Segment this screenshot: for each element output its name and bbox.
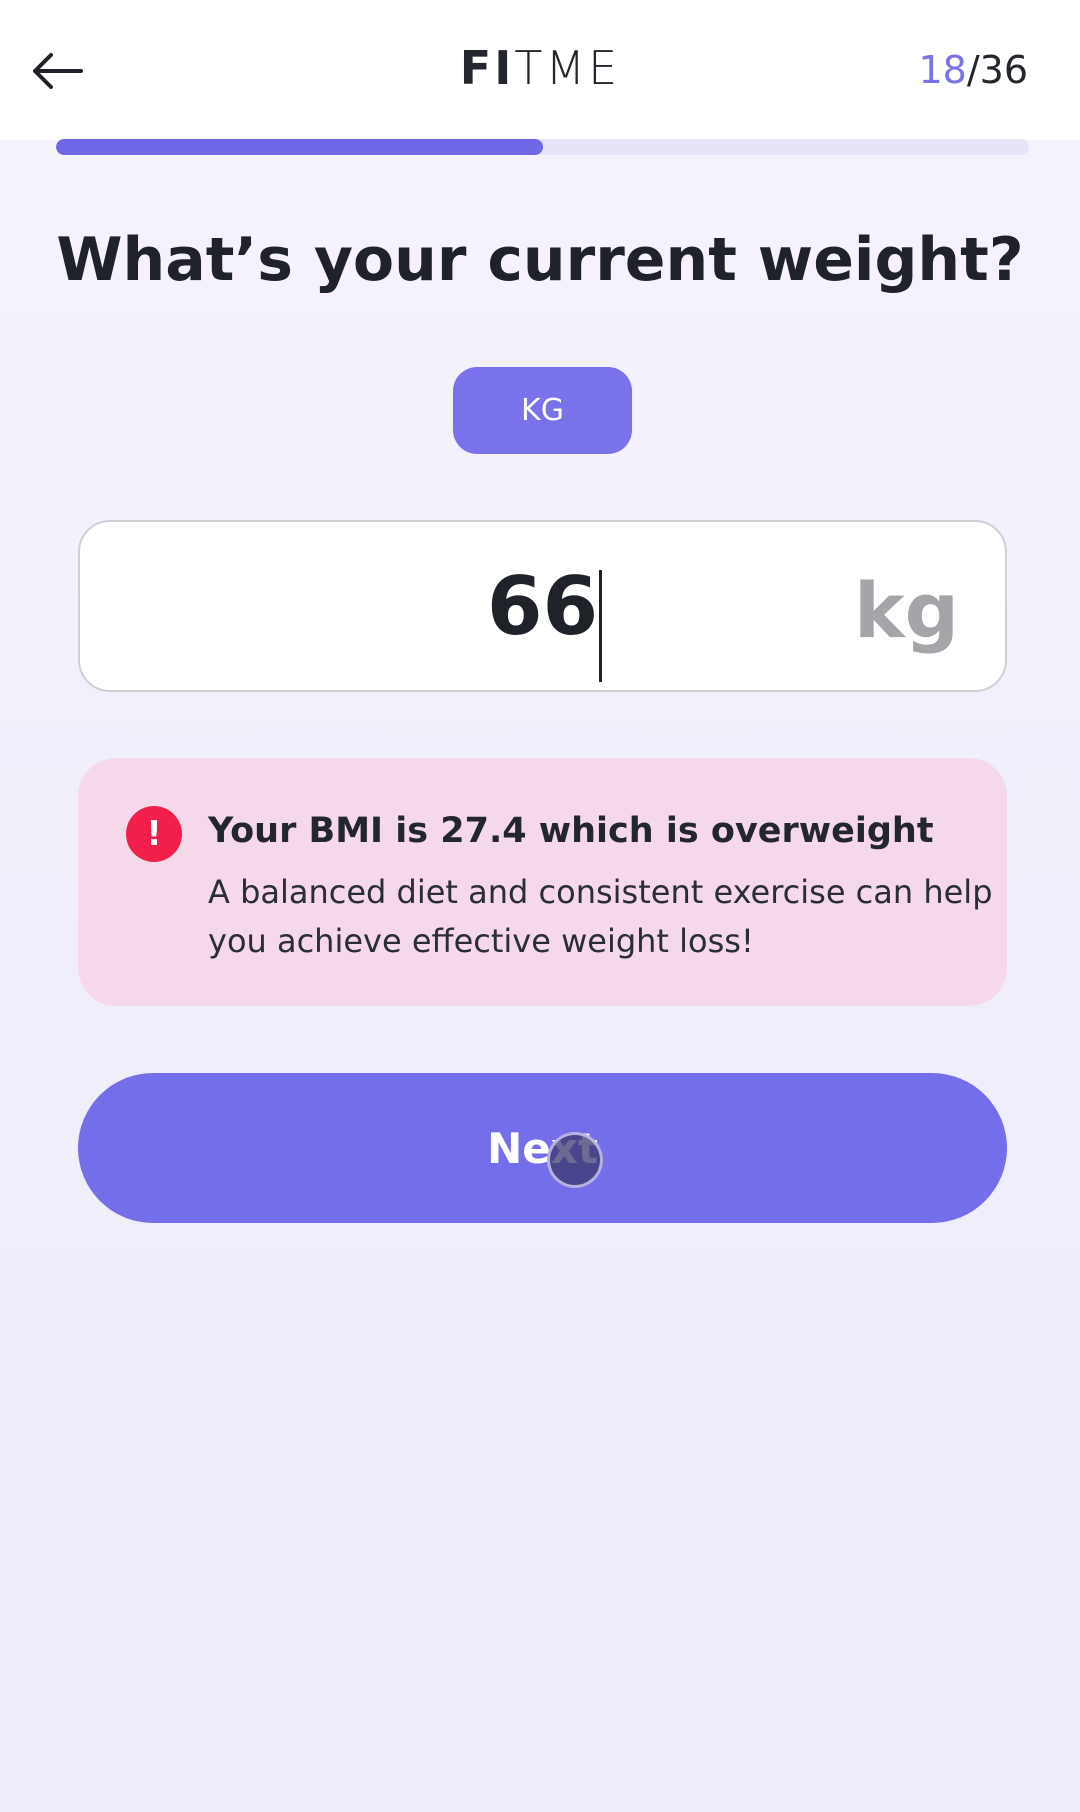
- weight-field[interactable]: kg: [78, 520, 1007, 692]
- step-counter: 18/36: [918, 46, 1028, 94]
- bmi-headline: Your BMI is 27.4 which is overweight: [208, 811, 934, 851]
- progress-bar: [56, 139, 1029, 155]
- bmi-advice: A balanced diet and consistent exercise …: [208, 873, 993, 960]
- progress-bar-fill: [56, 139, 543, 155]
- next-button[interactable]: Next: [78, 1073, 1007, 1223]
- touch-indicator: [547, 1132, 603, 1188]
- unit-kg-toggle[interactable]: KG: [453, 367, 632, 454]
- weight-unit-label: kg: [854, 566, 959, 655]
- app-header: FITME 18/36: [0, 0, 1080, 140]
- step-total: /36: [966, 48, 1028, 92]
- question-title: What’s your current weight?: [56, 225, 1024, 295]
- step-current: 18: [918, 48, 967, 92]
- text-caret: [599, 570, 602, 682]
- bmi-notice: ! Your BMI is 27.4 which is overweight A…: [78, 758, 1007, 1006]
- exclamation-circle-icon: !: [126, 806, 182, 862]
